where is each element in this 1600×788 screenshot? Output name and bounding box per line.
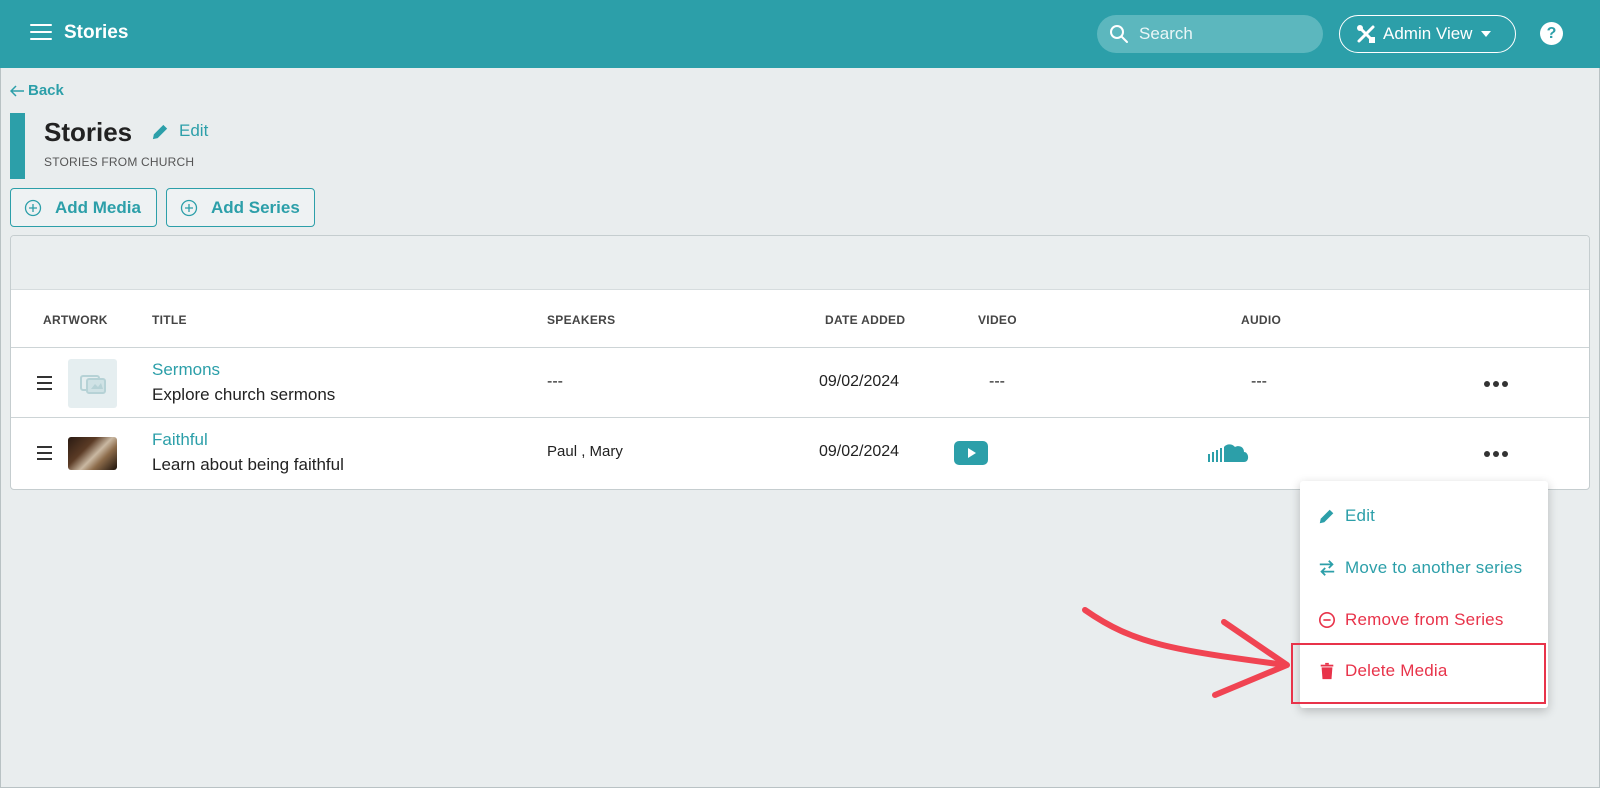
add-series-button[interactable]: Add Series bbox=[166, 188, 315, 227]
search-input[interactable]: Search bbox=[1097, 15, 1323, 53]
minus-circle-icon bbox=[1318, 611, 1336, 629]
arrow-left-icon bbox=[10, 84, 24, 97]
edit-series-button[interactable]: Edit bbox=[151, 121, 208, 141]
drag-handle-icon[interactable] bbox=[37, 446, 52, 460]
edit-label: Edit bbox=[179, 121, 209, 140]
table-row: Faithful Learn about being faithful Paul… bbox=[11, 418, 1589, 488]
annotation-arrow-icon bbox=[1082, 607, 1290, 698]
video-cell: --- bbox=[989, 373, 1005, 390]
search-icon bbox=[1110, 25, 1128, 43]
plus-circle-icon bbox=[180, 199, 198, 216]
row-context-menu: Edit Move to another series Remove from … bbox=[1300, 481, 1548, 708]
column-header-audio: AUDIO bbox=[1241, 313, 1282, 327]
column-header-video: VIDEO bbox=[978, 313, 1017, 327]
table-header: ARTWORK TITLE SPEAKERS DATE ADDED VIDEO … bbox=[11, 290, 1589, 348]
artwork-placeholder-icon bbox=[68, 359, 117, 408]
plus-circle-icon bbox=[24, 199, 42, 216]
menu-item-move-series[interactable]: Move to another series bbox=[1318, 558, 1522, 578]
menu-item-label: Delete Media bbox=[1345, 661, 1448, 680]
swap-arrows-icon bbox=[1319, 560, 1335, 576]
menu-item-label: Move to another series bbox=[1345, 558, 1523, 577]
tools-icon bbox=[1357, 25, 1375, 43]
add-media-button[interactable]: Add Media bbox=[10, 188, 157, 227]
menu-item-remove-from-series[interactable]: Remove from Series bbox=[1318, 610, 1504, 630]
speakers-cell: --- bbox=[547, 373, 563, 390]
media-description: Learn about being faithful bbox=[152, 455, 344, 474]
back-label: Back bbox=[28, 82, 64, 99]
drag-handle-icon[interactable] bbox=[37, 376, 52, 390]
page-subtitle: STORIES FROM CHURCH bbox=[44, 155, 195, 169]
date-added-cell: 09/02/2024 bbox=[819, 443, 900, 460]
table-toolbar bbox=[11, 236, 1589, 290]
back-link[interactable]: Back bbox=[10, 82, 64, 99]
search-placeholder: Search bbox=[1139, 24, 1193, 43]
app-title: Stories bbox=[64, 22, 129, 43]
add-media-label: Add Media bbox=[55, 197, 141, 217]
audio-cell: --- bbox=[1251, 373, 1267, 390]
soundcloud-icon[interactable] bbox=[1208, 442, 1250, 464]
media-title-link[interactable]: Faithful bbox=[152, 430, 208, 450]
date-added-cell: 09/02/2024 bbox=[819, 373, 900, 390]
table-row: Sermons Explore church sermons --- 09/02… bbox=[11, 348, 1589, 418]
caret-down-icon bbox=[1481, 31, 1492, 37]
menu-item-edit[interactable]: Edit bbox=[1318, 506, 1375, 526]
add-series-label: Add Series bbox=[211, 197, 300, 217]
speakers-cell: Paul , Mary bbox=[547, 443, 623, 460]
column-header-date-added: DATE ADDED bbox=[825, 313, 906, 327]
menu-item-delete-media[interactable]: Delete Media bbox=[1318, 661, 1448, 681]
media-table: ARTWORK TITLE SPEAKERS DATE ADDED VIDEO … bbox=[10, 235, 1590, 490]
media-description: Explore church sermons bbox=[152, 385, 336, 404]
youtube-icon[interactable] bbox=[954, 441, 988, 465]
media-title-link[interactable]: Sermons bbox=[152, 360, 220, 380]
pencil-icon bbox=[1319, 509, 1334, 524]
page-title: Stories bbox=[44, 117, 133, 147]
admin-view-label: Admin View bbox=[1383, 24, 1473, 43]
pencil-icon bbox=[152, 124, 168, 139]
help-icon[interactable]: ? bbox=[1540, 22, 1563, 45]
title-accent-bar bbox=[10, 113, 25, 179]
more-options-icon[interactable] bbox=[1484, 451, 1508, 457]
artwork-thumbnail bbox=[68, 437, 117, 470]
hamburger-menu-icon[interactable] bbox=[30, 24, 52, 42]
top-bar: Stories Search Admin View ? bbox=[0, 0, 1600, 68]
column-header-artwork: ARTWORK bbox=[43, 313, 108, 327]
column-header-speakers: SPEAKERS bbox=[547, 313, 616, 327]
menu-item-label: Edit bbox=[1345, 506, 1376, 525]
admin-view-dropdown[interactable]: Admin View bbox=[1339, 15, 1516, 53]
more-options-icon[interactable] bbox=[1484, 381, 1508, 387]
menu-item-label: Remove from Series bbox=[1345, 610, 1504, 629]
trash-icon bbox=[1320, 662, 1334, 680]
column-header-title: TITLE bbox=[152, 313, 187, 327]
